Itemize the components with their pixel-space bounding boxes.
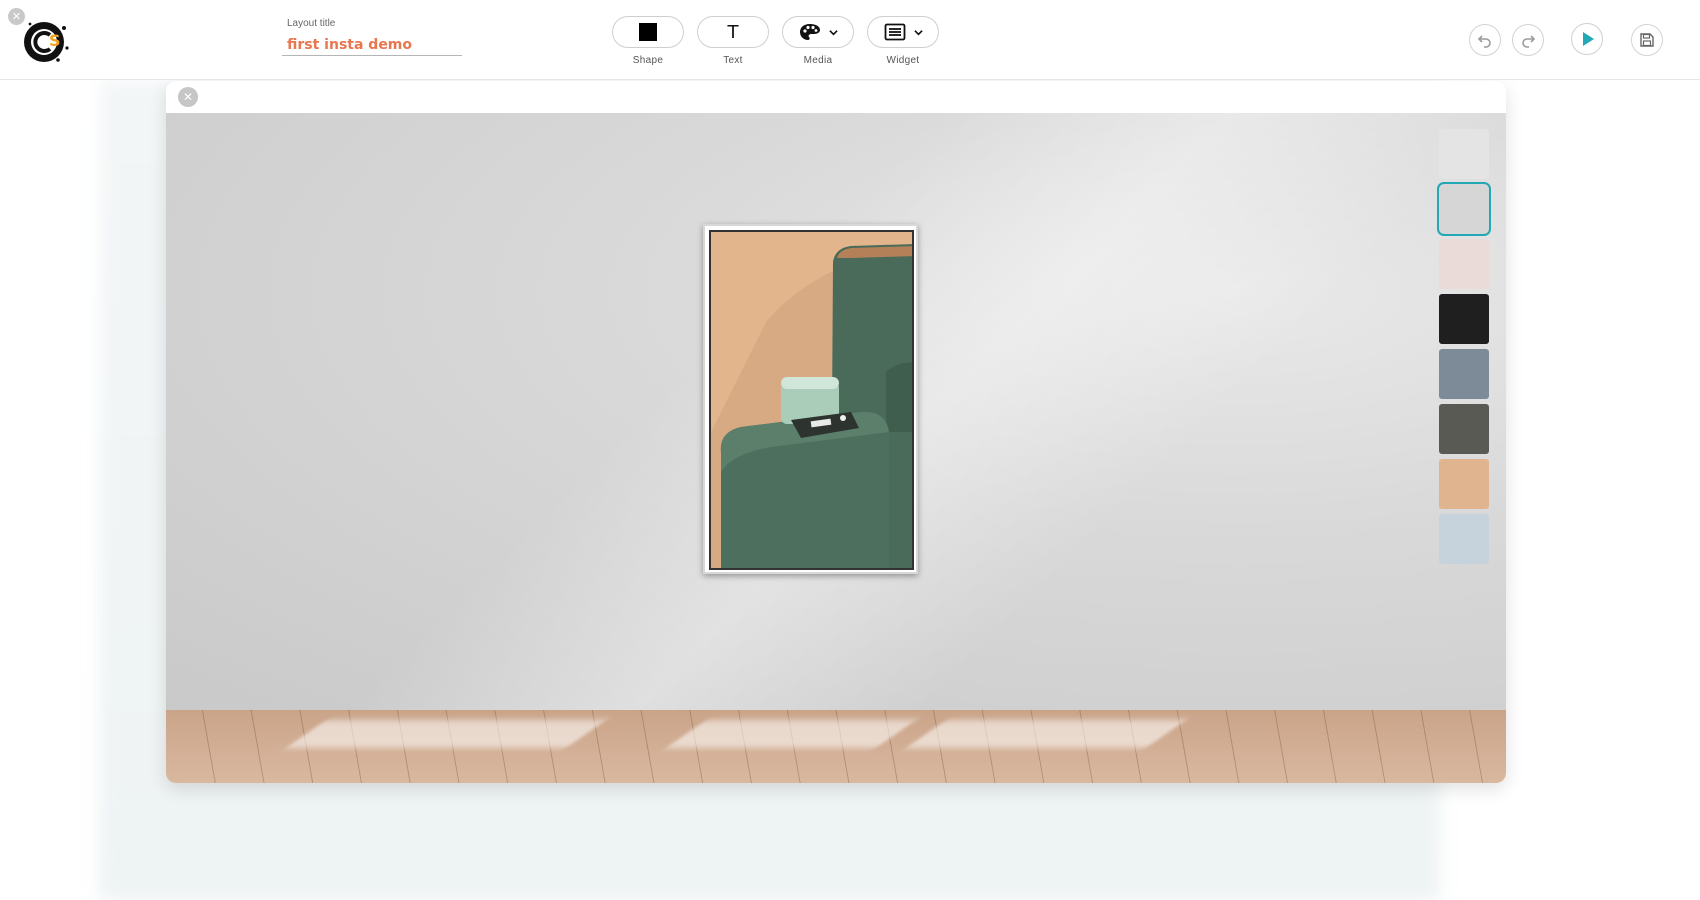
app-window: ✕ S Layout title Shape: [0, 0, 1700, 900]
undo-button[interactable]: [1469, 24, 1501, 56]
background-thumbnail-pink-room[interactable]: [1439, 239, 1489, 289]
shape-tool[interactable]: Shape: [612, 16, 684, 66]
top-toolbar: ✕ S Layout title Shape: [0, 0, 1700, 80]
background-thumbnail-black-wall[interactable]: [1439, 294, 1489, 344]
layout-canvas[interactable]: ✕: [166, 81, 1506, 783]
widget-icon: [884, 23, 905, 41]
app-logo: S: [22, 18, 72, 64]
background-thumbnail-white-brick[interactable]: [1439, 129, 1489, 179]
background-thumbnail-bed-blue-pillows[interactable]: [1439, 514, 1489, 564]
background-picker: [1437, 129, 1491, 569]
media-label: Media: [803, 55, 833, 66]
widget-label: Widget: [886, 55, 920, 66]
palette-icon: [799, 24, 820, 40]
redo-button[interactable]: [1512, 24, 1544, 56]
chevron-down-icon: [828, 29, 838, 35]
text-icon: T: [727, 21, 739, 43]
wood-floor: [166, 710, 1506, 783]
svg-text:S: S: [49, 31, 61, 50]
play-icon: [1573, 25, 1601, 53]
chevron-down-icon: [913, 29, 923, 35]
play-button[interactable]: [1571, 23, 1603, 55]
save-button[interactable]: [1631, 24, 1663, 56]
layout-title-caption: Layout title: [287, 18, 336, 29]
save-icon: [1640, 33, 1654, 47]
square-icon: [639, 23, 657, 41]
background-thumbnail-blue-sofa[interactable]: [1439, 349, 1489, 399]
widget-tool[interactable]: Widget: [867, 16, 939, 66]
undo-icon: [1477, 35, 1491, 48]
layout-title-block: Layout title: [282, 18, 462, 56]
picture-frame[interactable]: [703, 224, 918, 574]
background-thumbnail-light-gray-plaster[interactable]: [1437, 182, 1491, 236]
redo-icon: [1522, 35, 1536, 48]
text-label: Text: [723, 55, 743, 66]
framed-photo: [709, 230, 914, 570]
shape-label: Shape: [632, 55, 664, 66]
text-tool[interactable]: T Text: [697, 16, 769, 66]
shape-button[interactable]: [612, 16, 684, 48]
media-button[interactable]: [782, 16, 854, 48]
text-button[interactable]: T: [697, 16, 769, 48]
layout-title-input[interactable]: [282, 34, 462, 56]
close-canvas-icon[interactable]: ✕: [178, 87, 198, 107]
background-thumbnail-kitchen-shelves[interactable]: [1439, 404, 1489, 454]
background-thumbnail-marble-orange[interactable]: [1439, 459, 1489, 509]
media-tool[interactable]: Media: [782, 16, 854, 66]
widget-button[interactable]: [867, 16, 939, 48]
